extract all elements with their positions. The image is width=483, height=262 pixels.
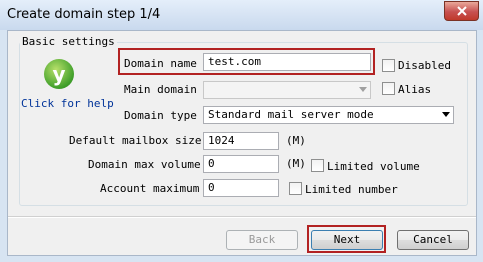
close-button[interactable] xyxy=(444,1,479,21)
alias-checkbox[interactable] xyxy=(382,82,395,95)
help-link[interactable]: Click for help xyxy=(21,97,114,110)
chevron-down-icon xyxy=(359,87,367,92)
account-maximum-input[interactable]: 0 xyxy=(203,179,279,197)
domain-name-label: Domain name xyxy=(124,57,197,70)
domain-max-volume-input[interactable]: 0 xyxy=(203,155,279,173)
limited-number-label: Limited number xyxy=(305,183,398,196)
domain-type-label: Domain type xyxy=(124,109,197,122)
limited-volume-label: Limited volume xyxy=(327,160,420,173)
cancel-button[interactable]: Cancel xyxy=(397,230,469,250)
domain-type-value: Standard mail server mode xyxy=(208,108,374,121)
default-mailbox-size-unit: (M) xyxy=(286,134,306,147)
disabled-checkbox[interactable] xyxy=(382,59,395,72)
dialog-body: Basic settings y Click for help Domain n… xyxy=(7,30,477,256)
window-title: Create domain step 1/4 xyxy=(7,7,161,22)
group-title: Basic settings xyxy=(20,35,117,48)
main-domain-label: Main domain xyxy=(124,83,197,96)
limited-number-checkbox[interactable] xyxy=(289,182,302,195)
domain-type-select[interactable]: Standard mail server mode xyxy=(203,106,454,124)
app-logo-icon: y xyxy=(44,59,74,89)
title-bar: Create domain step 1/4 xyxy=(0,0,483,30)
alias-label: Alias xyxy=(398,83,432,96)
default-mailbox-size-input[interactable]: 1024 xyxy=(203,132,279,150)
button-separator xyxy=(8,216,476,218)
domain-max-volume-unit: (M) xyxy=(286,157,306,170)
main-domain-select[interactable] xyxy=(203,81,371,99)
chevron-down-icon xyxy=(442,112,450,117)
domain-name-input[interactable]: test.com xyxy=(203,53,371,71)
limited-volume-checkbox[interactable] xyxy=(311,159,324,172)
disabled-label: Disabled xyxy=(398,59,451,72)
account-maximum-label: Account maximum xyxy=(100,182,200,195)
next-button[interactable]: Next xyxy=(311,230,383,250)
close-icon xyxy=(456,6,467,16)
back-button[interactable]: Back xyxy=(226,230,298,250)
default-mailbox-size-label: Default mailbox size xyxy=(69,134,202,147)
domain-max-volume-label: Domain max volume xyxy=(88,158,201,171)
